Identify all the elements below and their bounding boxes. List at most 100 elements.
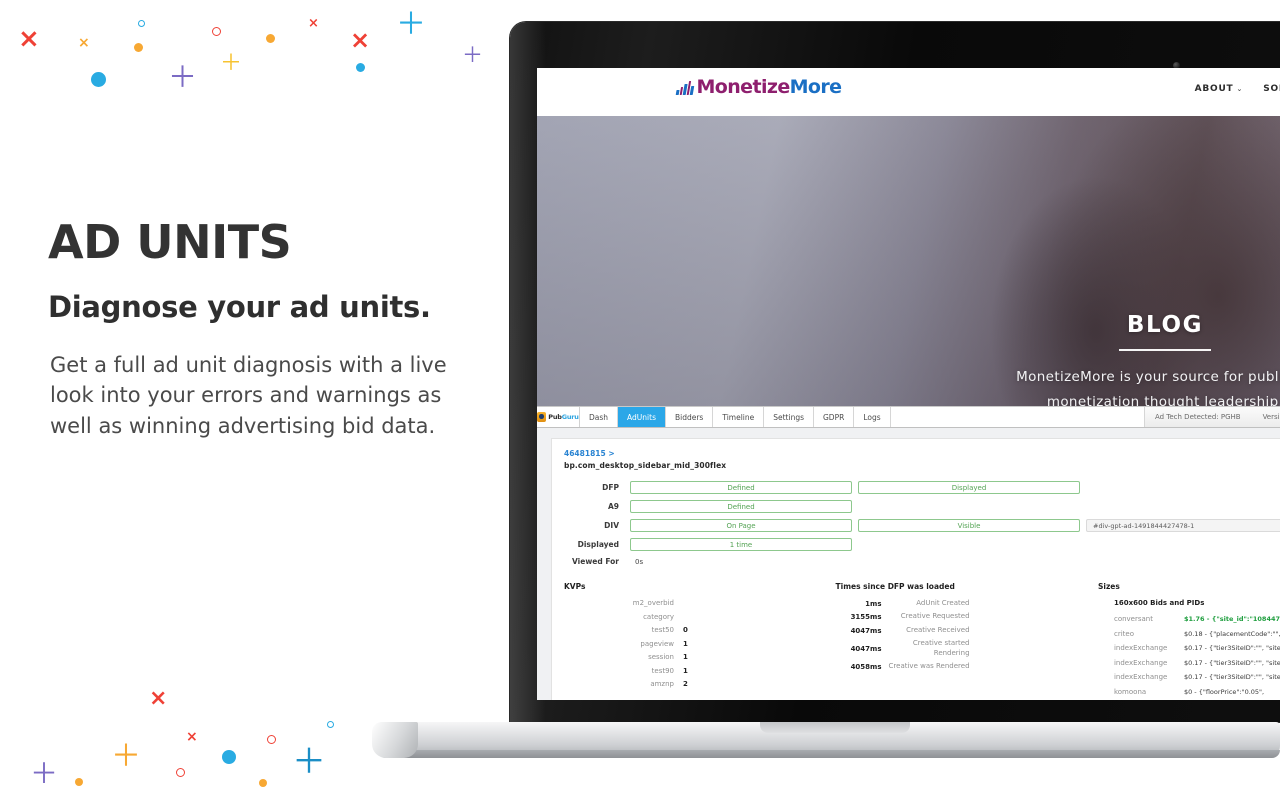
bid-detail: $0.18 - {"placementCode":"", "zoneId":"1… bbox=[1183, 629, 1280, 638]
adunit-id-link[interactable]: 46481815 > bbox=[564, 449, 1280, 458]
confetti-ring-icon bbox=[267, 735, 276, 744]
site-logo[interactable]: MonetizeMore bbox=[675, 76, 842, 98]
status-row-a9: A9 Defined bbox=[564, 500, 1280, 513]
bid-row: komoona $0 - {"floorPrice":"0.05", bbox=[1114, 688, 1280, 696]
status-pill-a9-defined: Defined bbox=[630, 500, 852, 513]
confetti-x-icon: × bbox=[350, 26, 371, 54]
confetti-ring-icon bbox=[327, 721, 334, 728]
status-pill-dfp-defined: Defined bbox=[630, 481, 852, 494]
confetti-x-icon: × bbox=[308, 16, 319, 31]
status-pill-displayed-count: 1 time bbox=[630, 538, 852, 551]
hero-subtitle-line2: monetization thought leadership. bbox=[1046, 393, 1280, 406]
detail-columns: KVPs m2_overbid category test50 0 pagevi… bbox=[564, 582, 1280, 700]
tab-bidders[interactable]: Bidders bbox=[665, 407, 714, 427]
kvp-value: 1 bbox=[683, 666, 688, 675]
tab-dash[interactable]: Dash bbox=[580, 407, 619, 427]
nav-item-solutions[interactable]: SOLUTIONS ⌄ bbox=[1263, 84, 1280, 94]
confetti-x-icon: × bbox=[149, 686, 168, 711]
status-pill-div-onpage: On Page bbox=[630, 519, 852, 532]
bid-bidder-name: indexExchange bbox=[1113, 644, 1168, 652]
kvp-row: pageview 1 bbox=[564, 640, 836, 648]
times-column: Times since DFP was loaded 1ms AdUnit Cr… bbox=[836, 582, 1098, 700]
time-ms: 4047ms bbox=[850, 644, 882, 653]
status-row-div: DIV On Page Visible #div-gpt-ad-14918444… bbox=[564, 519, 1280, 532]
status-label-viewed-for: Viewed For bbox=[572, 557, 619, 566]
time-row: 4047ms Creative started Rendering bbox=[836, 639, 1098, 658]
pubguru-logo[interactable]: PubGuru bbox=[537, 407, 580, 427]
confetti-plus-icon: ＋ bbox=[220, 51, 243, 76]
confetti-dot-icon bbox=[91, 72, 106, 87]
status-label-a9: A9 bbox=[607, 502, 619, 511]
confetti-plus-icon: ＋ bbox=[292, 742, 326, 782]
sizes-column: Sizes 160x600 Bids and PIDs conversant $… bbox=[1098, 582, 1280, 700]
time-ms: 4047ms bbox=[850, 626, 882, 635]
bid-detail: $0.17 - {"tier3SiteID":"", "siteID":"209… bbox=[1183, 644, 1280, 652]
status-row-dfp: DFP Defined Displayed bbox=[564, 481, 1280, 494]
site-navigation: ABOUT ⌄ SOLUTIONS ⌄ BLOG C bbox=[1195, 84, 1280, 94]
bid-row: indexExchange $0.17 - {"tier3SiteID":"",… bbox=[1114, 644, 1280, 652]
nav-item-about[interactable]: ABOUT ⌄ bbox=[1195, 84, 1244, 94]
tab-gdpr[interactable]: GDPR bbox=[814, 407, 855, 427]
kvp-key: category bbox=[643, 612, 674, 621]
laptop-base-left-cap bbox=[372, 722, 418, 758]
toolbar-spacer bbox=[890, 407, 1145, 427]
status-row-displayed: Displayed 1 time bbox=[564, 538, 1280, 551]
bid-row: indexExchange $0.17 - {"tier3SiteID":"",… bbox=[1114, 673, 1280, 681]
pubguru-body: 46481815 > bp.com_desktop_sidebar_mid_30… bbox=[537, 428, 1280, 700]
kvp-key: test90 bbox=[651, 666, 674, 675]
tab-settings[interactable]: Settings bbox=[764, 407, 814, 427]
kvp-key: amznp bbox=[650, 680, 674, 688]
status-pill-dfp-displayed: Displayed bbox=[858, 481, 1080, 494]
hero-divider bbox=[1119, 349, 1211, 351]
laptop-screen: MonetizeMore ABOUT ⌄ SOLUTIONS ⌄ BLOG C bbox=[537, 68, 1280, 700]
kvp-row: category bbox=[564, 613, 836, 621]
kvp-row: m2_overbid bbox=[564, 599, 836, 607]
confetti-dot-icon bbox=[266, 34, 275, 43]
pubguru-logo-text: PubGuru bbox=[548, 413, 579, 421]
meta-version: Version: 0.20.5-aex bbox=[1262, 413, 1280, 421]
time-label: Creative started Rendering bbox=[912, 639, 970, 657]
confetti-plus-icon: ＋ bbox=[30, 757, 59, 790]
page-subtitle: Diagnose your ad units. bbox=[48, 290, 431, 324]
nav-label-solutions: SOLUTIONS bbox=[1263, 84, 1280, 94]
kvp-value bbox=[674, 599, 683, 607]
hero-banner: BLOG MonetizeMore is your source for pub… bbox=[537, 116, 1280, 406]
status-label-displayed: Displayed bbox=[577, 540, 619, 549]
logo-text-part1: Monetize bbox=[696, 76, 791, 98]
tab-timeline[interactable]: Timeline bbox=[713, 407, 765, 427]
tab-adunits[interactable]: AdUnits bbox=[618, 407, 666, 427]
kvps-heading: KVPs bbox=[564, 582, 586, 591]
time-ms: 1ms bbox=[865, 599, 882, 608]
time-label: AdUnit Created bbox=[916, 599, 970, 607]
confetti-x-icon: × bbox=[78, 35, 90, 51]
bid-row: indexExchange $0.17 - {"tier3SiteID":"",… bbox=[1114, 659, 1280, 667]
toolbar-meta: Ad Tech Detected: PGHB Version: 0.20.5-a… bbox=[1144, 407, 1280, 427]
tab-logs[interactable]: Logs bbox=[854, 407, 891, 427]
div-id-field[interactable]: #div-gpt-ad-1491844427478-1 bbox=[1086, 519, 1280, 532]
adunit-path: bp.com_desktop_sidebar_mid_300flex bbox=[564, 461, 727, 470]
laptop-base-notch bbox=[760, 722, 910, 733]
kvp-key: test50 bbox=[651, 626, 674, 634]
kvp-key: session bbox=[648, 653, 674, 661]
adunit-panel: 46481815 > bp.com_desktop_sidebar_mid_30… bbox=[551, 438, 1280, 700]
confetti-x-icon: × bbox=[186, 729, 198, 745]
bid-detail: $0.17 - {"tier3SiteID":"", "siteID":"209… bbox=[1183, 658, 1280, 667]
confetti-dot-icon bbox=[75, 778, 83, 786]
bid-bidder-name: conversant bbox=[1113, 615, 1153, 623]
logo-text-part2: More bbox=[789, 76, 842, 98]
kvp-key: m2_overbid bbox=[632, 599, 674, 607]
time-row: 4047ms Creative Received bbox=[836, 626, 1098, 635]
chevron-down-icon: ⌄ bbox=[1236, 85, 1244, 93]
status-value-viewed-for: 0s bbox=[635, 557, 644, 566]
confetti-dot-icon bbox=[356, 63, 365, 72]
kvp-row: session 1 bbox=[564, 653, 836, 661]
bid-bidder-name: indexExchange bbox=[1113, 658, 1168, 667]
kvp-row: test50 0 bbox=[564, 626, 836, 634]
site-header: MonetizeMore ABOUT ⌄ SOLUTIONS ⌄ BLOG C bbox=[537, 68, 1280, 116]
bid-bidder-name: komoona bbox=[1113, 687, 1147, 696]
status-label-div: DIV bbox=[604, 521, 619, 530]
sizes-subheading: 160x600 Bids and PIDs bbox=[1113, 599, 1205, 607]
meta-ad-tech-detected: Ad Tech Detected: PGHB bbox=[1154, 413, 1241, 421]
nav-label-about: ABOUT bbox=[1194, 84, 1234, 94]
kvp-key: pageview bbox=[640, 639, 674, 648]
